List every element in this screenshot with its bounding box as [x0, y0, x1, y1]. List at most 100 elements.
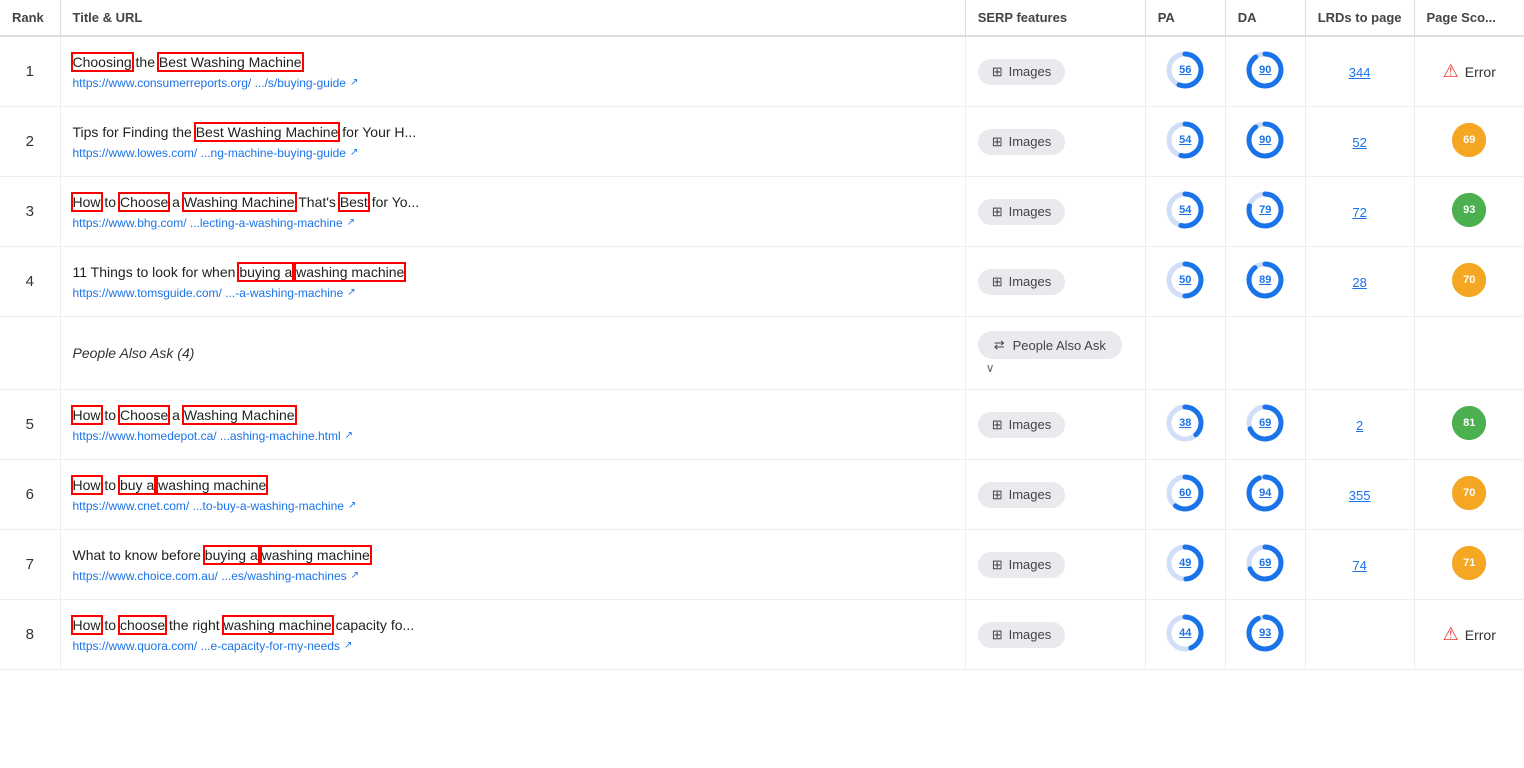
lrd-value[interactable]: 2 [1356, 418, 1363, 433]
lrd-value[interactable]: 52 [1352, 135, 1366, 150]
error-icon: ⚠ [1443, 624, 1459, 645]
error-badge: ⚠ Error [1443, 61, 1496, 82]
da-cell[interactable]: 93 [1225, 600, 1305, 670]
images-icon: ⊞ [992, 134, 1003, 150]
paa-label: People Also Ask (4) [73, 345, 195, 361]
images-icon: ⊞ [992, 204, 1003, 220]
lrd-value[interactable]: 72 [1352, 205, 1366, 220]
pa-cell[interactable]: 54 [1145, 107, 1225, 177]
table-row: 7 What to know before buying a washing m… [0, 530, 1524, 600]
images-icon: ⊞ [992, 557, 1003, 573]
table-row: 8 How to choose the right washing machin… [0, 600, 1524, 670]
da-cell[interactable]: 90 [1225, 107, 1305, 177]
url-text: https://www.cnet.com/ ...to-buy-a-washin… [73, 499, 953, 513]
url-link[interactable]: https://www.lowes.com/ ...ng-machine-buy… [73, 146, 346, 160]
title-url-cell: Choosing the Best Washing Machine https:… [60, 36, 965, 107]
paa-icon: ⇄ [994, 337, 1005, 353]
serp-cell: ⊞ Images [965, 530, 1145, 600]
images-icon: ⊞ [992, 487, 1003, 503]
score-cell: 69 [1414, 107, 1524, 177]
score-cell: 93 [1414, 177, 1524, 247]
paa-badge-text: People Also Ask [1013, 338, 1106, 353]
images-icon: ⊞ [992, 417, 1003, 433]
url-link[interactable]: https://www.homedepot.ca/ ...ashing-mach… [73, 429, 341, 443]
paa-chevron-icon[interactable]: ∨ [986, 361, 995, 375]
rank-cell: 7 [0, 530, 60, 600]
score-cell: 70 [1414, 460, 1524, 530]
pa-cell[interactable]: 56 [1145, 36, 1225, 107]
paa-badge[interactable]: ⇄ People Also Ask [978, 331, 1122, 359]
serp-badge: ⊞ Images [978, 269, 1066, 295]
rank-cell: 5 [0, 390, 60, 460]
pa-cell[interactable]: 49 [1145, 530, 1225, 600]
title-text: What to know before buying a washing mac… [73, 546, 953, 566]
serp-label: Images [1009, 204, 1052, 219]
title-url-cell: How to choose the right washing machine … [60, 600, 965, 670]
da-cell[interactable]: 94 [1225, 460, 1305, 530]
serp-label: Images [1009, 134, 1052, 149]
error-label: Error [1465, 627, 1496, 643]
lrd-value[interactable]: 355 [1349, 488, 1371, 503]
serp-cell: ⊞ Images [965, 107, 1145, 177]
serp-badge: ⊞ Images [978, 59, 1066, 85]
paa-pa-cell [1145, 317, 1225, 390]
serp-cell: ⊞ Images [965, 247, 1145, 317]
pa-cell[interactable]: 38 [1145, 390, 1225, 460]
col-title-url: Title & URL [60, 0, 965, 36]
serp-label: Images [1009, 274, 1052, 289]
pa-cell[interactable]: 54 [1145, 177, 1225, 247]
title-url-cell: What to know before buying a washing mac… [60, 530, 965, 600]
rank-cell: 4 [0, 247, 60, 317]
url-link[interactable]: https://www.cnet.com/ ...to-buy-a-washin… [73, 499, 344, 513]
da-cell[interactable]: 69 [1225, 530, 1305, 600]
serp-cell: ⊞ Images [965, 460, 1145, 530]
score-cell: 70 [1414, 247, 1524, 317]
paa-badge-cell: ⇄ People Also Ask ∨ [965, 317, 1145, 390]
da-cell[interactable]: 90 [1225, 36, 1305, 107]
url-link[interactable]: https://www.quora.com/ ...e-capacity-for… [73, 639, 340, 653]
external-link-icon[interactable]: ↗ [347, 217, 355, 228]
external-link-icon[interactable]: ↗ [351, 570, 359, 581]
url-link[interactable]: https://www.tomsguide.com/ ...-a-washing… [73, 286, 344, 300]
external-link-icon[interactable]: ↗ [347, 287, 355, 298]
error-badge: ⚠ Error [1443, 624, 1496, 645]
lrd-value[interactable]: 344 [1349, 65, 1371, 80]
pa-cell[interactable]: 50 [1145, 247, 1225, 317]
external-link-icon[interactable]: ↗ [344, 640, 352, 651]
serp-label: Images [1009, 487, 1052, 502]
serp-cell: ⊞ Images [965, 600, 1145, 670]
score-cell: ⚠ Error [1414, 600, 1524, 670]
pa-cell[interactable]: 44 [1145, 600, 1225, 670]
paa-da-cell [1225, 317, 1305, 390]
title-text: How to Choose a Washing Machine [73, 406, 953, 426]
serp-badge: ⊞ Images [978, 412, 1066, 438]
rank-cell: 1 [0, 36, 60, 107]
serp-badge: ⊞ Images [978, 552, 1066, 578]
external-link-icon[interactable]: ↗ [350, 77, 358, 88]
serp-badge: ⊞ Images [978, 199, 1066, 225]
external-link-icon[interactable]: ↗ [345, 430, 353, 441]
table-row: 6 How to buy a washing machine https://w… [0, 460, 1524, 530]
url-text: https://www.lowes.com/ ...ng-machine-buy… [73, 146, 953, 160]
da-cell[interactable]: 69 [1225, 390, 1305, 460]
lrd-value[interactable]: 74 [1352, 558, 1366, 573]
title-text: How to buy a washing machine [73, 476, 953, 496]
title-url-cell: How to buy a washing machine https://www… [60, 460, 965, 530]
paa-label-cell: People Also Ask (4) [60, 317, 965, 390]
lrd-value[interactable]: 28 [1352, 275, 1366, 290]
url-link[interactable]: https://www.consumerreports.org/ .../s/b… [73, 76, 346, 90]
score-cell: ⚠ Error [1414, 36, 1524, 107]
title-url-cell: 11 Things to look for when buying a wash… [60, 247, 965, 317]
images-icon: ⊞ [992, 64, 1003, 80]
external-link-icon[interactable]: ↗ [348, 500, 356, 511]
lrd-cell: 52 [1305, 107, 1414, 177]
da-cell[interactable]: 79 [1225, 177, 1305, 247]
external-link-icon[interactable]: ↗ [350, 147, 358, 158]
url-link[interactable]: https://www.choice.com.au/ ...es/washing… [73, 569, 347, 583]
pa-cell[interactable]: 60 [1145, 460, 1225, 530]
rank-cell: 3 [0, 177, 60, 247]
da-cell[interactable]: 89 [1225, 247, 1305, 317]
url-link[interactable]: https://www.bhg.com/ ...lecting-a-washin… [73, 216, 343, 230]
serp-label: Images [1009, 557, 1052, 572]
paa-separator-row: People Also Ask (4) ⇄ People Also Ask ∨ [0, 317, 1524, 390]
